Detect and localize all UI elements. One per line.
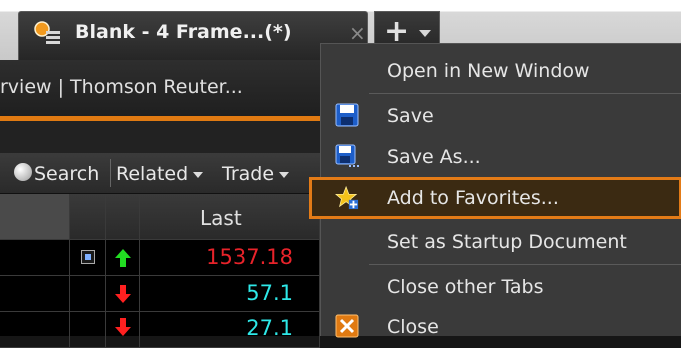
grid-header-cell — [70, 194, 106, 240]
document-tab[interactable]: Blank - 4 Frame...(*) × — [18, 11, 368, 60]
search-button[interactable]: Search — [34, 163, 99, 185]
save-disk-icon — [335, 103, 359, 127]
grid-header-cell — [106, 194, 140, 240]
grid-cell — [106, 240, 140, 276]
menu-item-add-to-favorites[interactable]: Add to Favorites... — [309, 177, 681, 219]
save-as-disk-icon — [335, 144, 359, 167]
arrow-down-icon — [115, 285, 131, 303]
grid-cell: 57.1 — [140, 276, 320, 312]
star-add-icon — [335, 186, 359, 210]
app-subtab-title: rview | Thomson Reuter... — [0, 76, 243, 98]
last-price-value: 57.1 — [246, 281, 293, 305]
menu-item-label: Close other Tabs — [387, 276, 544, 298]
search-radio-icon[interactable] — [14, 163, 32, 181]
document-tab-icon — [34, 21, 60, 44]
grid-cell — [70, 276, 106, 312]
menu-item-close-other-tabs[interactable]: Close other Tabs — [321, 266, 681, 308]
close-x-icon — [335, 314, 359, 338]
arrow-up-icon — [115, 249, 131, 267]
chevron-down-icon — [279, 171, 290, 178]
grid-cell — [106, 312, 140, 348]
menu-item-open-new-window[interactable]: Open in New Window — [321, 50, 681, 92]
chevron-down-icon[interactable] — [419, 30, 431, 37]
menu-item-save[interactable]: Save — [321, 95, 681, 137]
menu-item-label: Set as Startup Document — [387, 231, 627, 253]
trade-menu-button[interactable]: Trade — [222, 163, 290, 185]
table-row[interactable] — [0, 276, 70, 312]
menu-item-label: Close — [387, 316, 439, 338]
menu-item-label: Add to Favorites... — [387, 187, 559, 209]
grid-header-cell — [0, 194, 70, 240]
app-subtab[interactable]: rview | Thomson Reuter... — [0, 60, 320, 116]
menu-item-save-as[interactable]: Save As... — [321, 136, 681, 178]
grid-cell — [106, 276, 140, 312]
menu-item-set-startup-document[interactable]: Set as Startup Document — [321, 221, 681, 263]
grid-cell — [70, 240, 106, 276]
last-column-label: Last — [200, 206, 242, 230]
menu-item-close[interactable]: Close — [321, 306, 681, 348]
table-row[interactable] — [0, 240, 70, 276]
grid-cell: 27.1 — [140, 312, 320, 348]
trade-label: Trade — [222, 163, 275, 185]
related-label: Related — [116, 163, 189, 185]
chart-indicator-icon[interactable] — [81, 250, 95, 264]
table-row[interactable] — [0, 312, 70, 348]
tab-context-menu: Open in New Window Save Save As... Add t — [309, 43, 681, 338]
app-toolbar: Search Related Trade — [0, 153, 320, 194]
toolbar-separator — [110, 159, 111, 187]
quote-grid: Last 1537.18 57.1 27.1 — [0, 194, 320, 348]
menu-item-label: Save As... — [387, 146, 481, 168]
menu-separator — [369, 264, 681, 265]
grid-cell — [70, 312, 106, 348]
menu-separator — [369, 93, 681, 94]
menu-item-label: Save — [387, 105, 434, 127]
chevron-down-icon — [193, 171, 204, 178]
grid-cell: 1537.18 — [140, 240, 320, 276]
header-strip — [0, 121, 320, 153]
tab-close-icon[interactable]: × — [349, 21, 366, 45]
last-column-header[interactable]: Last — [140, 194, 320, 240]
last-price-value: 27.1 — [246, 316, 293, 340]
document-tab-title: Blank - 4 Frame...(*) — [75, 21, 292, 43]
menu-item-label: Open in New Window — [387, 60, 590, 82]
arrow-down-icon — [115, 318, 131, 336]
related-menu-button[interactable]: Related — [116, 163, 204, 185]
last-price-value: 1537.18 — [206, 245, 293, 269]
